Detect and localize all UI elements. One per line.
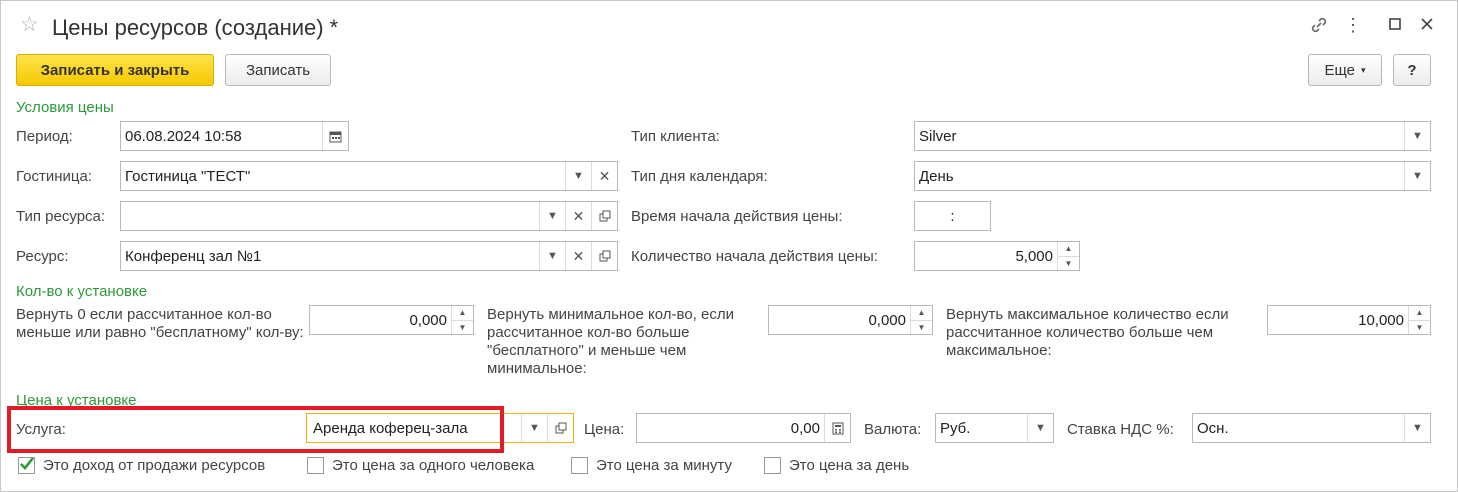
- income-checkbox[interactable]: [18, 457, 35, 474]
- return-min-label: Вернуть минимальное кол-во, если рассчит…: [487, 306, 734, 377]
- calendar-icon[interactable]: [322, 122, 348, 150]
- stepper-up-icon[interactable]: ▲: [911, 306, 932, 321]
- period-value: 06.08.2024 10:58: [125, 127, 242, 145]
- highlight-frame: [7, 406, 504, 453]
- vat-rate-value: Осн.: [1197, 419, 1229, 437]
- chevron-down-icon[interactable]: ▼: [539, 242, 565, 270]
- quantity-stepper[interactable]: ▲ ▼: [1057, 242, 1079, 270]
- per-person-checkbox[interactable]: [307, 457, 324, 474]
- save-button[interactable]: Записать: [225, 54, 331, 86]
- hotel-field[interactable]: Гостиница "ТЕСТ" ▼ ✕: [120, 161, 618, 191]
- currency-value: Руб.: [940, 419, 971, 437]
- close-icon[interactable]: [1416, 15, 1438, 37]
- stepper-down-icon[interactable]: ▼: [911, 321, 932, 335]
- resource-value: Конференц зал №1: [125, 247, 262, 265]
- section-price-conditions: Условия цены: [16, 99, 114, 116]
- stepper-up-icon[interactable]: ▲: [1409, 306, 1430, 321]
- chevron-down-icon[interactable]: ▼: [565, 162, 591, 190]
- chevron-down-icon: ▾: [1361, 64, 1366, 75]
- more-icon[interactable]: ⋮: [1342, 15, 1364, 37]
- resource-type-label: Тип ресурса:: [16, 208, 106, 225]
- client-type-label: Тип клиента:: [631, 128, 720, 145]
- chevron-down-icon[interactable]: ▼: [1404, 414, 1430, 442]
- stepper-down-icon[interactable]: ▼: [1058, 257, 1079, 271]
- price-start-quantity-field[interactable]: 5,000 ▲ ▼: [914, 241, 1080, 271]
- clear-icon[interactable]: ✕: [565, 202, 591, 230]
- currency-field[interactable]: Руб. ▼: [935, 413, 1054, 443]
- chevron-down-icon[interactable]: ▼: [1404, 162, 1430, 190]
- clear-icon[interactable]: ✕: [591, 162, 617, 190]
- quantity-stepper[interactable]: ▲ ▼: [910, 306, 932, 334]
- clear-icon[interactable]: ✕: [565, 242, 591, 270]
- resource-field[interactable]: Конференц зал №1 ▼ ✕: [120, 241, 618, 271]
- return-max-value: 10,000: [1358, 311, 1404, 329]
- price-field[interactable]: 0,00: [636, 413, 851, 443]
- quantity-stepper[interactable]: ▲ ▼: [451, 306, 473, 334]
- resource-type-field[interactable]: ▼ ✕: [120, 201, 618, 231]
- chevron-down-icon[interactable]: ▼: [539, 202, 565, 230]
- return-max-field[interactable]: 10,000 ▲ ▼: [1267, 305, 1431, 335]
- price-start-quantity-label: Количество начала действия цены:: [631, 248, 878, 265]
- maximize-icon[interactable]: [1384, 15, 1406, 37]
- return-zero-value: 0,000: [409, 311, 447, 329]
- save-and-close-button[interactable]: Записать и закрыть: [16, 54, 214, 86]
- more-label: Еще: [1324, 61, 1355, 79]
- price-start-time-field[interactable]: :: [914, 201, 991, 231]
- hotel-label: Гостиница:: [16, 168, 92, 185]
- return-min-value: 0,000: [868, 311, 906, 329]
- quantity-stepper[interactable]: ▲ ▼: [1408, 306, 1430, 334]
- stepper-down-icon[interactable]: ▼: [1409, 321, 1430, 335]
- section-quantity-to-set: Кол-во к установке: [16, 283, 148, 300]
- chevron-down-icon[interactable]: ▼: [1027, 414, 1053, 442]
- open-icon[interactable]: [591, 202, 617, 230]
- price-value: 0,00: [790, 419, 820, 437]
- client-type-field[interactable]: Silver ▼: [914, 121, 1431, 151]
- per-minute-checkbox-label[interactable]: Это цена за минуту: [596, 457, 732, 474]
- currency-label: Валюта:: [864, 421, 922, 438]
- vat-rate-field[interactable]: Осн. ▼: [1192, 413, 1431, 443]
- period-field[interactable]: 06.08.2024 10:58: [120, 121, 349, 151]
- open-icon[interactable]: [591, 242, 617, 270]
- resource-label: Ресурс:: [16, 248, 69, 265]
- stepper-down-icon[interactable]: ▼: [452, 321, 473, 335]
- per-day-checkbox-label[interactable]: Это цена за день: [789, 457, 909, 474]
- calendar-day-type-value: День: [919, 167, 954, 185]
- chevron-down-icon[interactable]: ▼: [521, 414, 547, 442]
- checkmark-icon: [20, 457, 35, 470]
- calendar-day-type-field[interactable]: День ▼: [914, 161, 1431, 191]
- price-start-time-value: :: [950, 207, 955, 225]
- more-button[interactable]: Еще ▾: [1308, 54, 1382, 86]
- calculator-icon[interactable]: [824, 414, 850, 442]
- return-min-field[interactable]: 0,000 ▲ ▼: [768, 305, 933, 335]
- return-zero-label: Вернуть 0 если рассчитанное кол-во меньш…: [16, 306, 304, 341]
- stepper-up-icon[interactable]: ▲: [1058, 242, 1079, 257]
- chevron-down-icon[interactable]: ▼: [1404, 122, 1430, 150]
- client-type-value: Silver: [919, 127, 957, 145]
- per-person-checkbox-label[interactable]: Это цена за одного человека: [332, 457, 534, 474]
- vat-rate-label: Ставка НДС %:: [1067, 421, 1174, 438]
- calendar-day-type-label: Тип дня календаря:: [631, 168, 768, 185]
- price-label: Цена:: [584, 421, 625, 438]
- stepper-up-icon[interactable]: ▲: [452, 306, 473, 321]
- income-checkbox-label[interactable]: Это доход от продажи ресурсов: [43, 457, 265, 474]
- star-icon[interactable]: ☆: [20, 14, 42, 36]
- window-title: Цены ресурсов (создание) *: [52, 15, 339, 40]
- help-button[interactable]: ?: [1393, 54, 1431, 86]
- return-zero-field[interactable]: 0,000 ▲ ▼: [309, 305, 474, 335]
- open-icon[interactable]: [547, 414, 573, 442]
- return-max-label: Вернуть максимальное количество если рас…: [946, 306, 1229, 359]
- period-label: Период:: [16, 128, 73, 145]
- link-icon[interactable]: [1308, 15, 1330, 37]
- hotel-value: Гостиница "ТЕСТ": [125, 167, 251, 185]
- price-start-time-label: Время начала действия цены:: [631, 208, 843, 225]
- per-day-checkbox[interactable]: [764, 457, 781, 474]
- price-start-quantity-value: 5,000: [1015, 247, 1053, 265]
- per-minute-checkbox[interactable]: [571, 457, 588, 474]
